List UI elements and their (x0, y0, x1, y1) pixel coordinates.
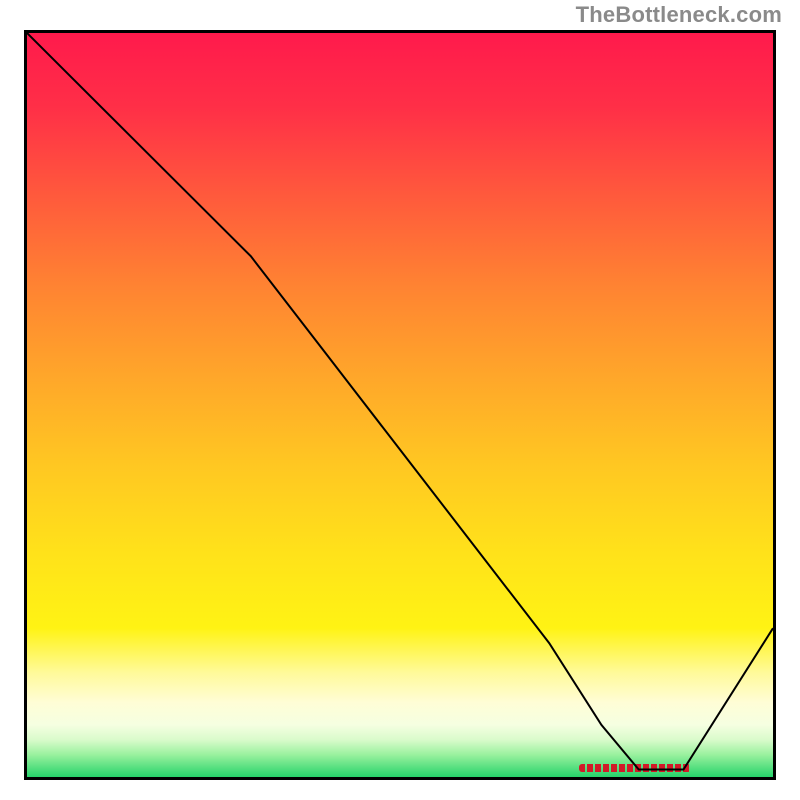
plot-area (24, 30, 776, 780)
chart-container: TheBottleneck.com (0, 0, 800, 800)
watermark-text: TheBottleneck.com (576, 2, 782, 28)
curve-line (27, 33, 773, 777)
